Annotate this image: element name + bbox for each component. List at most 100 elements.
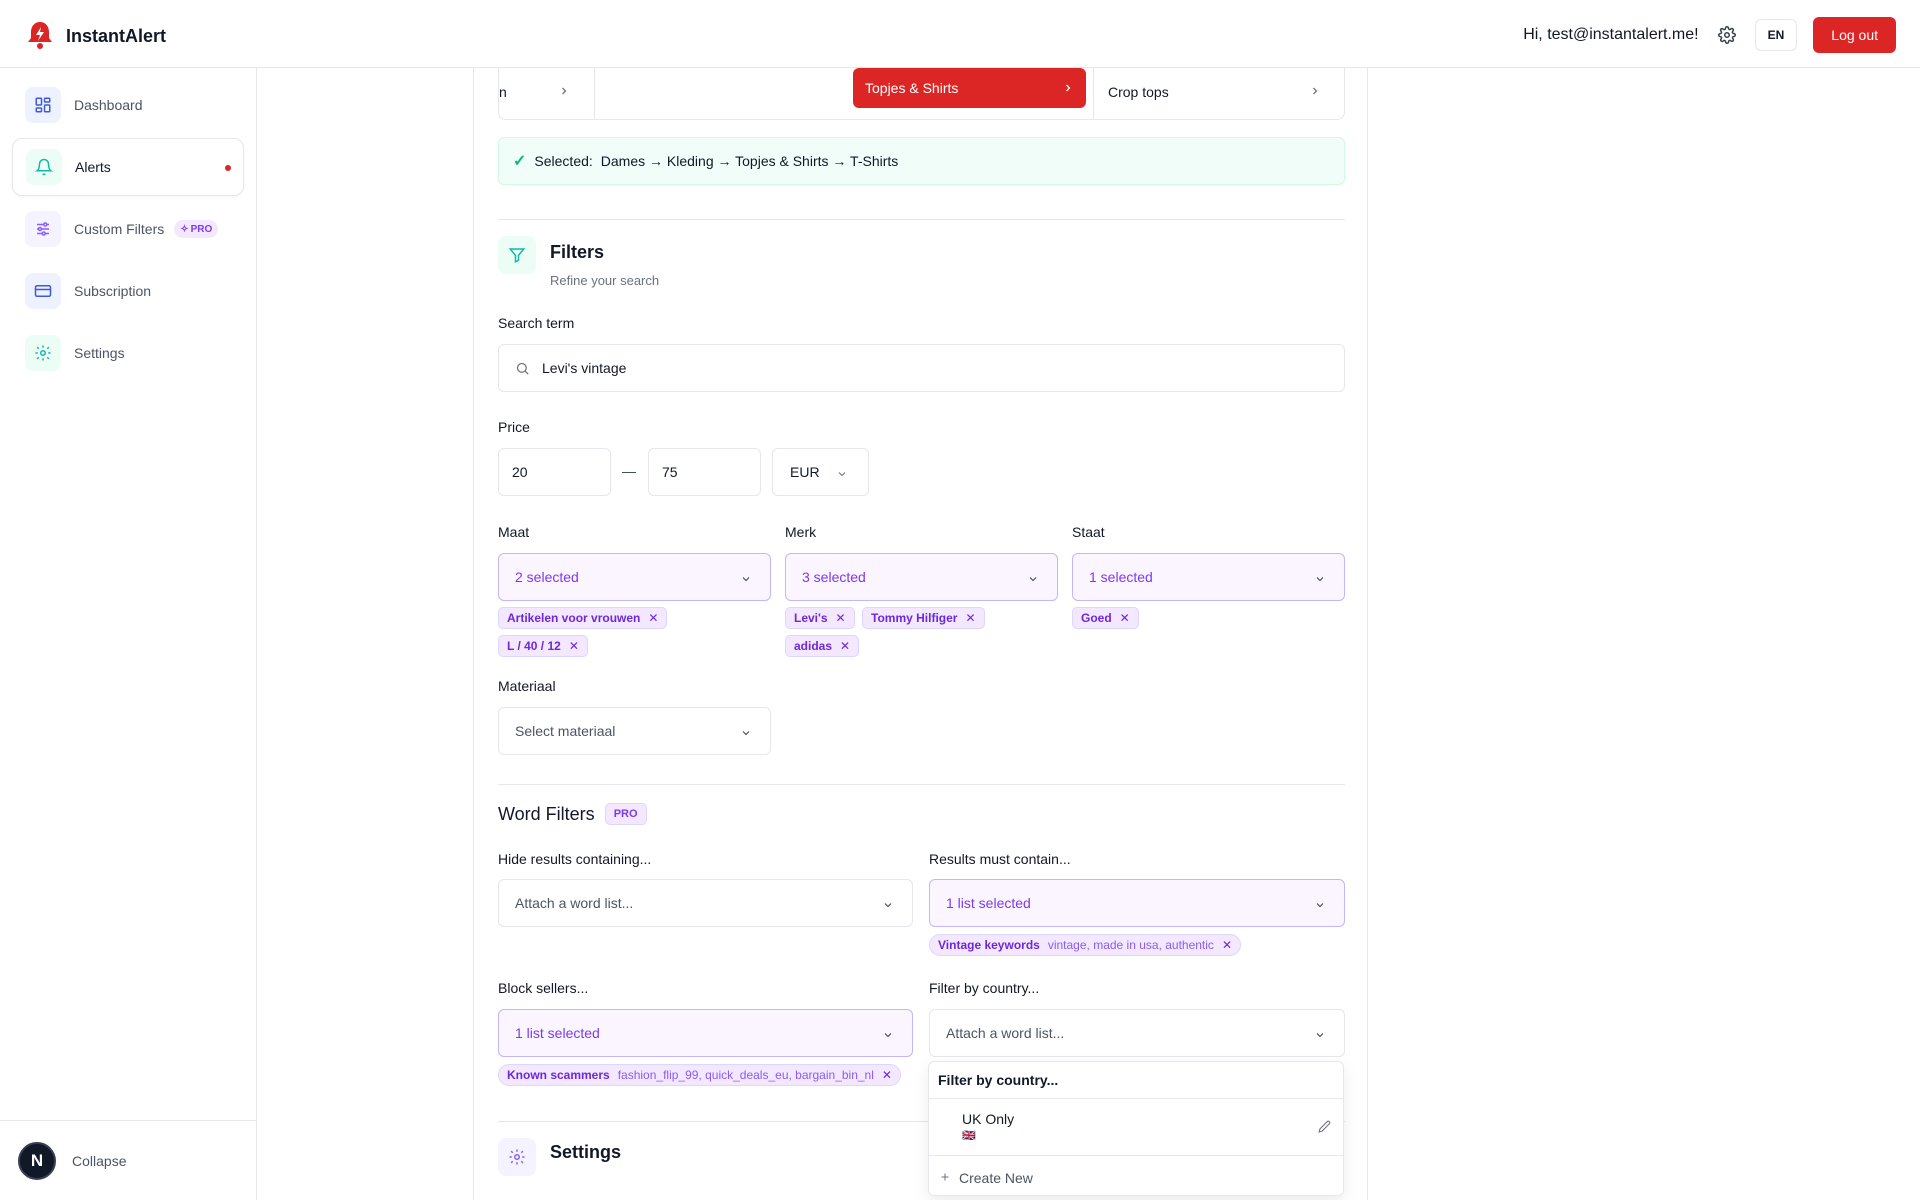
merk-select[interactable]: 3 selected: [785, 553, 1058, 601]
merk-tag[interactable]: Tommy Hilfiger ✕: [862, 607, 985, 629]
word-filters-title: Word Filters: [498, 803, 595, 824]
country-filter-label: Filter by country...: [929, 980, 1040, 996]
collapse-button[interactable]: N Collapse: [0, 1120, 256, 1200]
pro-badge: ✧ PRO: [174, 220, 219, 238]
language-button[interactable]: EN: [1754, 19, 1798, 51]
divider: [498, 219, 1345, 220]
close-icon[interactable]: ✕: [840, 639, 850, 653]
price-min-input[interactable]: 20: [498, 448, 611, 496]
close-icon[interactable]: ✕: [965, 611, 975, 625]
settings-section-header: Settings: [498, 1138, 621, 1176]
bell-icon: [26, 149, 62, 185]
close-icon[interactable]: ✕: [1222, 938, 1232, 952]
gear-icon[interactable]: [1715, 23, 1739, 47]
chevron-down-icon: [836, 467, 848, 483]
sidebar-item-label: Subscription: [74, 283, 152, 299]
avatar[interactable]: N: [18, 1141, 56, 1180]
close-icon[interactable]: ✕: [569, 639, 579, 653]
currency-select[interactable]: EUR: [772, 448, 869, 496]
maat-tag[interactable]: L / 40 / 12 ✕: [498, 635, 588, 657]
sidebar-item-subscription[interactable]: Subscription: [12, 262, 244, 320]
price-separator: —: [622, 463, 636, 479]
funnel-icon: [498, 236, 536, 274]
category-item-selected[interactable]: Topjes & Shirts: [853, 68, 1086, 108]
selected-category-path: ✓ Selected: Dames → Kleding → Topjes & S…: [498, 137, 1345, 185]
search-input[interactable]: Levi's vintage: [498, 344, 1345, 392]
sidebar-item-label: Custom Filters: [74, 221, 165, 237]
price-label: Price: [498, 419, 530, 435]
sidebar-item-dashboard[interactable]: Dashboard: [12, 76, 244, 134]
hide-results-select[interactable]: Attach a word list...: [498, 879, 913, 927]
close-icon[interactable]: ✕: [648, 611, 658, 625]
merk-label: Merk: [785, 524, 817, 540]
gear-icon: [498, 1138, 536, 1176]
settings-title: Settings: [550, 1142, 622, 1162]
bell-logo-icon: [26, 20, 54, 53]
user-greeting: Hi, test@instantalert.me!: [1523, 26, 1699, 43]
brand-title: InstantAlert: [66, 26, 167, 46]
maat-label: Maat: [498, 524, 530, 540]
country-filter-select[interactable]: Attach a word list...: [929, 1009, 1345, 1057]
category-browser: n Topjes & Shirts Crop tops: [498, 68, 1345, 120]
price-max-input[interactable]: 75: [648, 448, 761, 496]
merk-tag[interactable]: Levi's ✕: [785, 607, 855, 629]
staat-tag[interactable]: Goed ✕: [1072, 607, 1139, 629]
brand[interactable]: InstantAlert: [26, 20, 166, 53]
sidebar-item-label: Alerts: [75, 159, 111, 175]
category-column-1[interactable]: n: [499, 68, 595, 119]
must-contain-select[interactable]: 1 list selected: [929, 879, 1345, 927]
hide-results-label: Hide results containing...: [498, 851, 652, 867]
sparkle-icon: ✧: [180, 223, 189, 235]
materiaal-select[interactable]: Select materiaal: [498, 707, 771, 755]
block-sellers-select[interactable]: 1 list selected: [498, 1009, 913, 1057]
maat-tag[interactable]: Artikelen voor vrouwen ✕: [498, 607, 668, 629]
sidebar-item-custom-filters[interactable]: Custom Filters ✧ PRO: [12, 200, 244, 258]
check-icon: ✓: [513, 153, 527, 170]
staat-label: Staat: [1072, 524, 1105, 540]
chevron-down-icon: [1314, 572, 1326, 588]
maat-select[interactable]: 2 selected: [498, 553, 771, 601]
must-contain-tag[interactable]: Vintage keywords vintage, made in usa, a…: [929, 934, 1241, 956]
credit-card-icon: [25, 273, 61, 309]
sidebar-item-settings[interactable]: Settings: [12, 324, 244, 382]
filters-title: Filters: [550, 242, 605, 262]
header-actions: Hi, test@instantalert.me! EN Log out: [1523, 17, 1896, 53]
divider: [929, 1155, 1343, 1156]
dropdown-heading: Filter by country...: [938, 1072, 1059, 1088]
block-sellers-tag[interactable]: Known scammers fashion_flip_99, quick_de…: [498, 1064, 901, 1086]
pencil-icon[interactable]: [1318, 1120, 1331, 1136]
chevron-down-icon: [882, 1028, 894, 1044]
notification-dot: [225, 165, 231, 171]
chevron-down-icon: [1314, 898, 1326, 914]
country-dropdown: Filter by country... UK Only 🇬🇧 Create N…: [928, 1061, 1344, 1196]
chevron-right-icon: [558, 84, 570, 100]
plus-icon: [939, 1170, 951, 1186]
uk-flag-icon: 🇬🇧: [962, 1130, 976, 1142]
dropdown-option-uk-only[interactable]: UK Only 🇬🇧: [929, 1099, 1343, 1155]
category-item-next[interactable]: Crop tops: [1093, 68, 1345, 119]
divider: [498, 784, 1345, 785]
logout-button[interactable]: Log out: [1813, 17, 1896, 53]
chevron-down-icon: [1314, 1028, 1326, 1044]
staat-select[interactable]: 1 selected: [1072, 553, 1345, 601]
collapse-label: Collapse: [72, 1152, 127, 1169]
chevron-down-icon: [740, 726, 752, 742]
merk-tag[interactable]: adidas ✕: [785, 635, 860, 657]
search-icon: [515, 361, 530, 376]
alert-form-panel: n Topjes & Shirts Crop tops ✓ Selected: …: [473, 68, 1368, 1200]
close-icon[interactable]: ✕: [882, 1068, 892, 1082]
top-header: InstantAlert Hi, test@instantalert.me! E…: [0, 0, 1920, 68]
dashboard-icon: [25, 87, 61, 123]
close-icon[interactable]: ✕: [1120, 611, 1130, 625]
sidebar-item-alerts[interactable]: Alerts: [12, 138, 244, 196]
create-new-button[interactable]: Create New: [939, 1170, 1033, 1186]
chevron-down-icon: [1027, 572, 1039, 588]
chevron-right-icon: [1062, 81, 1074, 97]
filters-section-header: Filters Refine your search: [498, 236, 659, 288]
close-icon[interactable]: ✕: [836, 611, 846, 625]
block-sellers-label: Block sellers...: [498, 980, 589, 996]
sidebar: Dashboard Alerts Custom Filters ✧ PRO Su…: [0, 68, 257, 1200]
filters-subtitle: Refine your search: [550, 273, 660, 288]
sliders-icon: [25, 211, 61, 247]
pro-badge: PRO: [604, 803, 647, 825]
